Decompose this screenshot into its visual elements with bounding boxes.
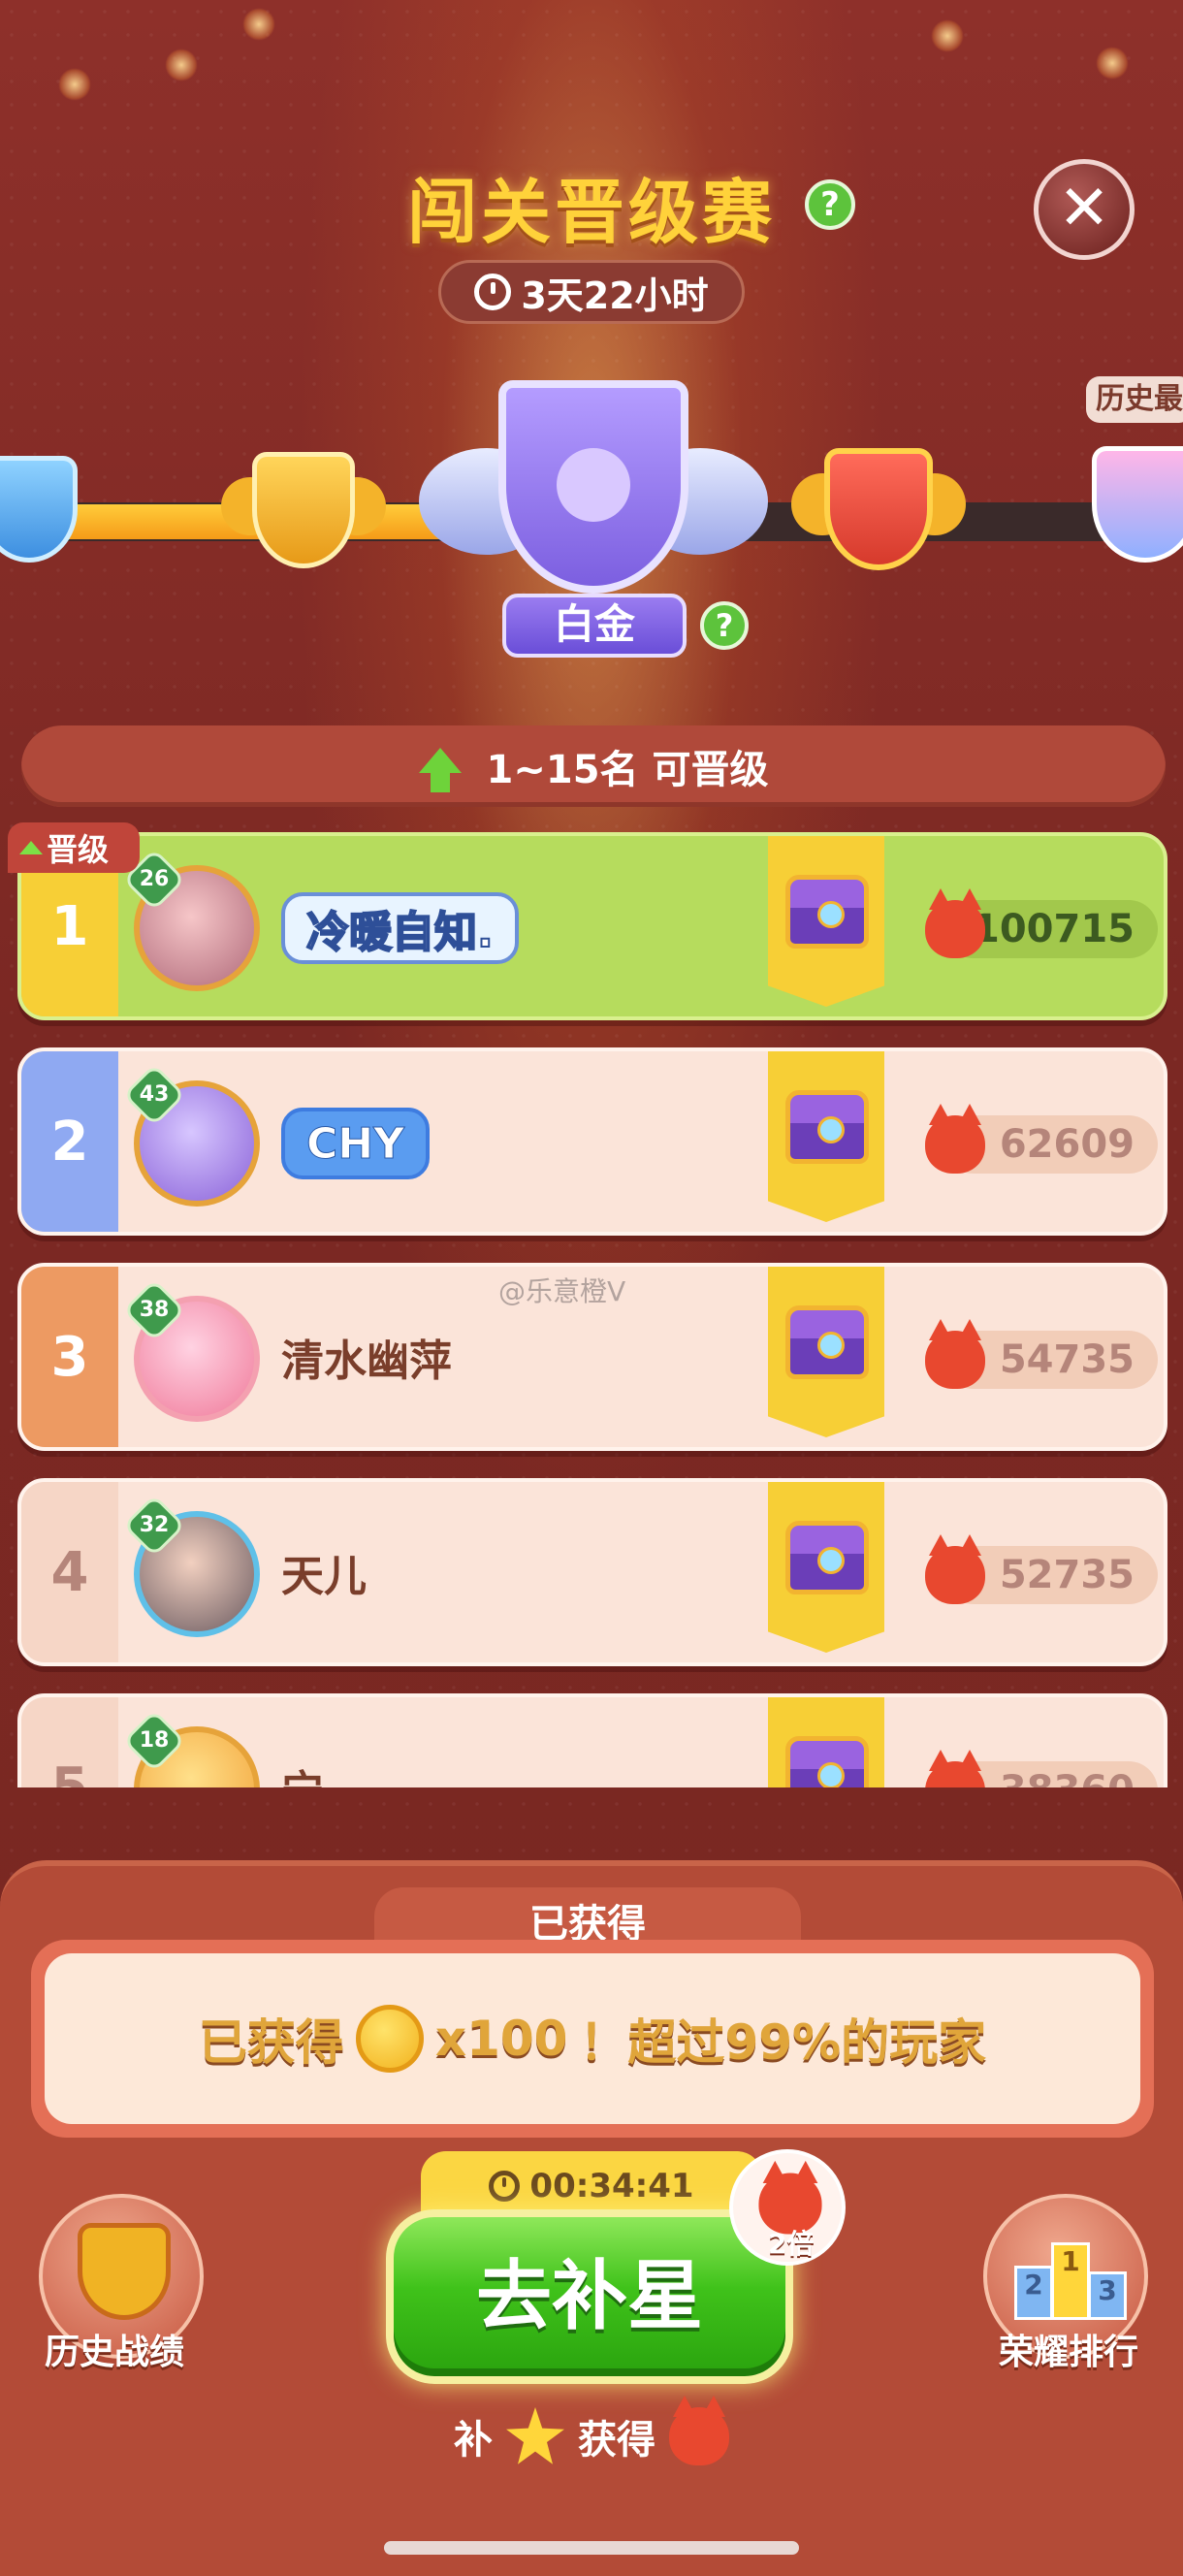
string-light <box>931 19 964 52</box>
achievement-summary: 已获得 x100 ！超过99%的玩家 <box>31 1940 1154 2138</box>
player-name: 宁 <box>281 1697 324 1787</box>
star-icon <box>506 2407 564 2464</box>
promotion-info-bar: 1~15名 可晋级 <box>21 725 1166 807</box>
add-stars-button[interactable]: 去补星 <box>386 2209 793 2384</box>
season-timer-text: 3天22小时 <box>521 274 709 317</box>
string-light <box>242 8 275 41</box>
double-bonus-label: 2倍 <box>768 2228 815 2260</box>
coin-icon <box>355 2005 424 2073</box>
tier-badge-master[interactable] <box>1082 427 1183 582</box>
rank-number: 3 <box>21 1267 118 1447</box>
summary-prefix: 已获得 <box>198 2014 344 2071</box>
podium-icon: 1 <box>1051 2242 1090 2320</box>
clock-icon <box>474 274 512 310</box>
treasure-chest-icon[interactable] <box>785 1305 869 1379</box>
trophy-icon <box>78 2223 171 2320</box>
treasure-chest-icon[interactable] <box>785 875 869 949</box>
clock-icon <box>489 2171 521 2202</box>
ranking-row[interactable]: 1 26 冷暖自知. 100715 <box>17 832 1167 1020</box>
tier-badge-platinum-current[interactable] <box>419 380 768 613</box>
player-name: CHY <box>281 1108 430 1179</box>
history-best-label: 历史最高 <box>1086 376 1183 423</box>
history-record-label: 历史战绩 <box>45 2333 185 2372</box>
fox-icon <box>925 1319 985 1389</box>
achievement-summary-inner: 已获得 x100 ！超过99%的玩家 <box>45 1953 1140 2124</box>
tier-badge-gold[interactable] <box>221 448 386 574</box>
reward-hint: 补 获得 <box>0 2396 1183 2465</box>
close-button[interactable]: ✕ <box>1034 159 1135 260</box>
up-arrow-icon <box>418 748 462 792</box>
rank-number: 2 <box>21 1051 118 1232</box>
player-name: 天儿 <box>281 1552 367 1601</box>
clover-icon <box>557 448 630 522</box>
summary-suffix: ！超过99%的玩家 <box>579 2014 987 2071</box>
hint-middle: 获得 <box>578 2418 655 2463</box>
player-name: 清水幽萍 <box>281 1336 452 1386</box>
podium-icon: 3 <box>1088 2271 1127 2320</box>
tier-badge-diamond[interactable] <box>0 456 87 572</box>
title-help-button[interactable]: ? <box>805 179 855 230</box>
promote-tag: 晋级 <box>8 822 140 873</box>
ranking-row[interactable]: 2 43 CHY 62609 <box>17 1047 1167 1236</box>
promotion-info-text: 1~15名 可晋级 <box>486 748 769 792</box>
summary-multiplier: x100 <box>434 2011 568 2067</box>
current-tier-label: 白金 <box>502 594 687 658</box>
fox-icon <box>925 888 985 958</box>
home-indicator[interactable] <box>384 2541 799 2555</box>
treasure-chest-icon[interactable] <box>785 1521 869 1594</box>
tier-help-button[interactable]: ? <box>700 601 749 650</box>
fox-icon <box>925 1750 985 1787</box>
fox-icon <box>669 2396 729 2465</box>
countdown-text: 00:34:41 <box>529 2167 694 2206</box>
ranking-row[interactable]: 5 18 宁 38360 <box>17 1693 1167 1787</box>
string-light <box>165 48 198 81</box>
treasure-chest-icon[interactable] <box>785 1736 869 1787</box>
fox-icon <box>925 1534 985 1604</box>
up-arrow-icon <box>19 841 43 854</box>
tier-badge-ruby[interactable] <box>791 444 966 580</box>
string-light <box>1096 47 1129 80</box>
season-timer: 3天22小时 <box>438 260 745 324</box>
string-light <box>58 68 91 101</box>
rank-number: 5 <box>21 1697 118 1787</box>
hint-prefix: 补 <box>454 2418 493 2463</box>
rank-number: 4 <box>21 1482 118 1662</box>
page-title: 闯关晋级赛 <box>406 172 776 253</box>
honor-ranking-label: 荣耀排行 <box>999 2333 1139 2372</box>
ranking-row[interactable]: 4 32 天儿 52735 <box>17 1478 1167 1666</box>
player-name: 冷暖自知. <box>281 892 519 964</box>
podium-icon: 2 <box>1014 2266 1053 2320</box>
treasure-chest-icon[interactable] <box>785 1090 869 1164</box>
promote-tag-text: 晋级 <box>47 831 110 868</box>
fox-icon <box>925 1104 985 1174</box>
watermark: @乐意橙V <box>498 1275 626 1307</box>
